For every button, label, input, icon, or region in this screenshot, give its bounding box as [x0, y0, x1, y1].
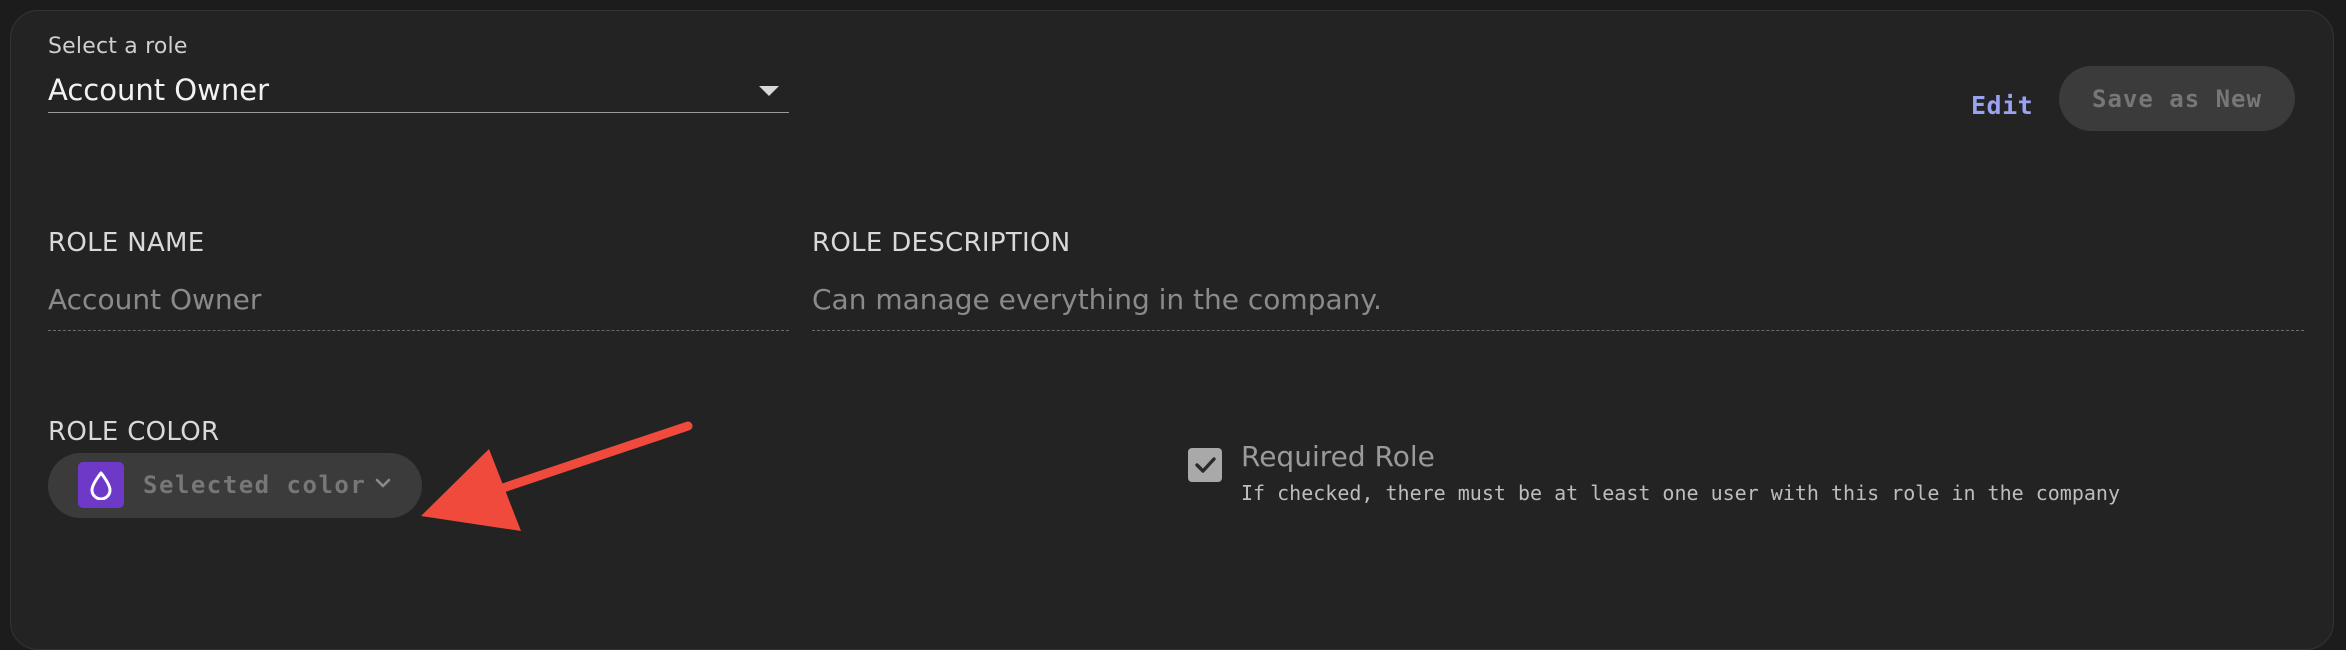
caret-down-icon[interactable] [759, 86, 779, 96]
color-picker-button[interactable]: Selected color [48, 453, 422, 518]
droplet-icon [90, 471, 112, 500]
required-role-checkbox[interactable] [1188, 448, 1222, 482]
edit-button[interactable]: Edit [1971, 91, 2033, 120]
checkmark-icon [1195, 457, 1216, 473]
role-select[interactable]: Select a role Account Owner [11, 11, 811, 121]
role-description-underline [812, 330, 2304, 331]
role-editor-panel: Select a role Account Owner Edit Save as… [10, 10, 2334, 650]
annotation-arrow-icon [421, 421, 693, 531]
role-name-field[interactable]: Account Owner [48, 283, 261, 316]
role-name-label: ROLE NAME [48, 228, 205, 258]
role-select-value[interactable]: Account Owner [48, 73, 269, 107]
chevron-down-icon [375, 478, 391, 488]
role-color-label: ROLE COLOR [48, 417, 220, 447]
color-swatch [78, 462, 124, 508]
save-as-new-label: Save as New [2092, 84, 2262, 113]
color-picker-label: Selected color [143, 471, 367, 499]
role-description-label: ROLE DESCRIPTION [812, 228, 1071, 258]
required-role-help-text: If checked, there must be at least one u… [1241, 481, 2120, 505]
role-select-label: Select a role [48, 34, 188, 59]
role-description-field[interactable]: Can manage everything in the company. [812, 283, 1382, 316]
save-as-new-button[interactable]: Save as New [2059, 66, 2295, 131]
required-role-title: Required Role [1241, 440, 1435, 473]
role-name-underline [48, 330, 789, 331]
role-select-underline [48, 112, 789, 113]
